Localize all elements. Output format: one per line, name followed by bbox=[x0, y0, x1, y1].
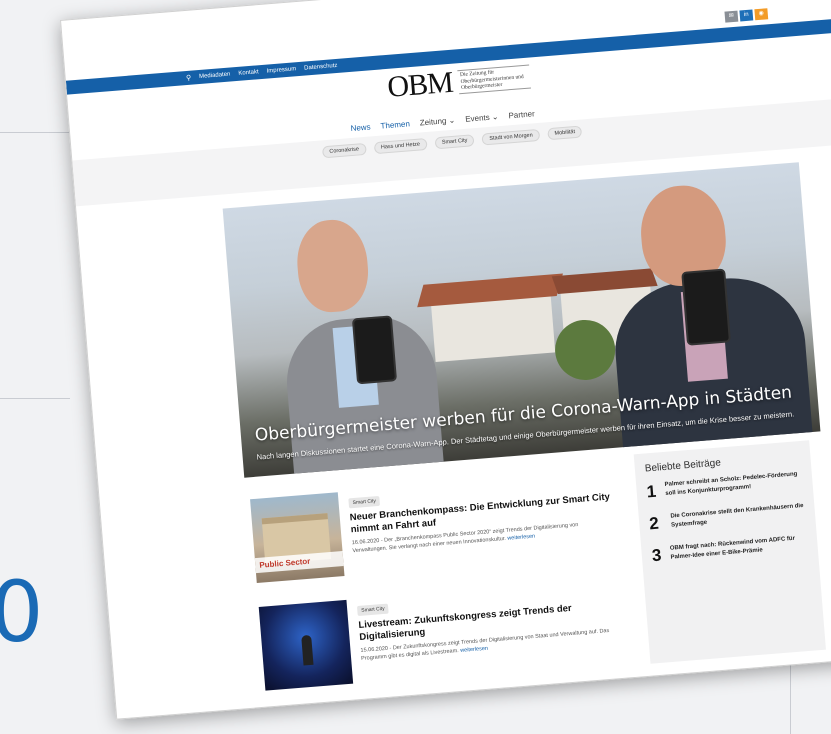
category-badge[interactable]: Smart City bbox=[348, 495, 381, 509]
popular-post-item[interactable]: 3 OBM fragt nach: Rückenwind vom ADFC fü… bbox=[651, 534, 808, 566]
nav-zeitung[interactable]: Zeitung ⌄ bbox=[419, 116, 455, 128]
article-thumbnail[interactable] bbox=[258, 599, 354, 691]
article-item[interactable]: Smart City Livestream: Zukunftskongress … bbox=[258, 578, 626, 707]
background-line bbox=[0, 398, 70, 399]
main-nav: News Themen Zeitung ⌄ Events ⌄ Partner bbox=[350, 109, 535, 133]
popular-post-title[interactable]: Die Coronakrise stellt den Krankenhäuser… bbox=[670, 502, 805, 530]
logo-tagline: Die Zeitung für Oberbürgermeisterinnen u… bbox=[457, 64, 532, 95]
popular-post-title[interactable]: Palmer schreibt an Scholz: Pedelec-Förde… bbox=[664, 470, 802, 498]
article-text: Smart City Livestream: Zukunftskongress … bbox=[356, 578, 622, 663]
article-text: Smart City Neuer Branchenkompass: Die En… bbox=[348, 470, 614, 555]
nav-partner[interactable]: Partner bbox=[508, 109, 535, 120]
mail-icon[interactable]: ✉ bbox=[724, 10, 739, 23]
phone-image bbox=[681, 268, 732, 346]
popular-post-title[interactable]: OBM fragt nach: Rückenwind vom ADFC für … bbox=[670, 534, 808, 562]
category-badge[interactable]: Smart City bbox=[356, 603, 390, 617]
read-more-link[interactable]: weiterlesen bbox=[507, 533, 535, 541]
read-more-link[interactable]: weiterlesen bbox=[460, 645, 488, 653]
tag-coronakrise[interactable]: Coronakrise bbox=[321, 142, 367, 159]
topbar-link-datenschutz[interactable]: Datenschutz bbox=[304, 63, 338, 72]
rank-number: 2 bbox=[648, 513, 660, 534]
topbar-link-mediadaten[interactable]: Mediadaten bbox=[199, 72, 231, 80]
speaker-image bbox=[301, 634, 314, 666]
tag-hass-und-hetze[interactable]: Hass und Hetze bbox=[373, 137, 428, 155]
logo-text: OBM bbox=[386, 65, 454, 104]
nav-news[interactable]: News bbox=[350, 122, 371, 133]
search-icon[interactable]: ⚲ bbox=[186, 74, 192, 82]
topbar-link-impressum[interactable]: Impressum bbox=[266, 66, 296, 74]
background-number: 0 bbox=[0, 563, 44, 661]
popular-post-item[interactable]: 1 Palmer schreibt an Scholz: Pedelec-För… bbox=[646, 470, 803, 502]
rss-icon[interactable]: ◉ bbox=[754, 8, 769, 21]
phone-image bbox=[351, 315, 398, 385]
popular-post-item[interactable]: 2 Die Coronakrise stellt den Krankenhäus… bbox=[649, 502, 806, 534]
rank-number: 3 bbox=[651, 545, 663, 566]
linkedin-icon[interactable]: in bbox=[739, 9, 754, 22]
tag-stadt-von-morgen[interactable]: Stadt von Morgen bbox=[481, 128, 541, 146]
website-screenshot: ✉ in ◉ ⚲ Mediadaten Kontakt Impressum Da… bbox=[60, 0, 831, 720]
tag-smart-city[interactable]: Smart City bbox=[434, 134, 475, 150]
nav-themen[interactable]: Themen bbox=[380, 119, 410, 130]
article-item[interactable]: Public Sector Smart City Neuer Branchenk… bbox=[250, 470, 617, 599]
popular-posts: Beliebte Beiträge 1 Palmer schreibt an S… bbox=[633, 440, 826, 664]
tag-mobilitaet[interactable]: Mobilität bbox=[547, 125, 583, 141]
article-thumbnail[interactable]: Public Sector bbox=[250, 492, 345, 584]
topbar-link-kontakt[interactable]: Kontakt bbox=[238, 69, 259, 77]
hero-article[interactable]: Oberbürgermeister werben für die Corona-… bbox=[222, 162, 821, 478]
social-links: ✉ in ◉ bbox=[724, 8, 769, 23]
person-left-head bbox=[294, 217, 372, 315]
nav-events[interactable]: Events ⌄ bbox=[465, 112, 499, 124]
rank-number: 1 bbox=[645, 481, 657, 502]
